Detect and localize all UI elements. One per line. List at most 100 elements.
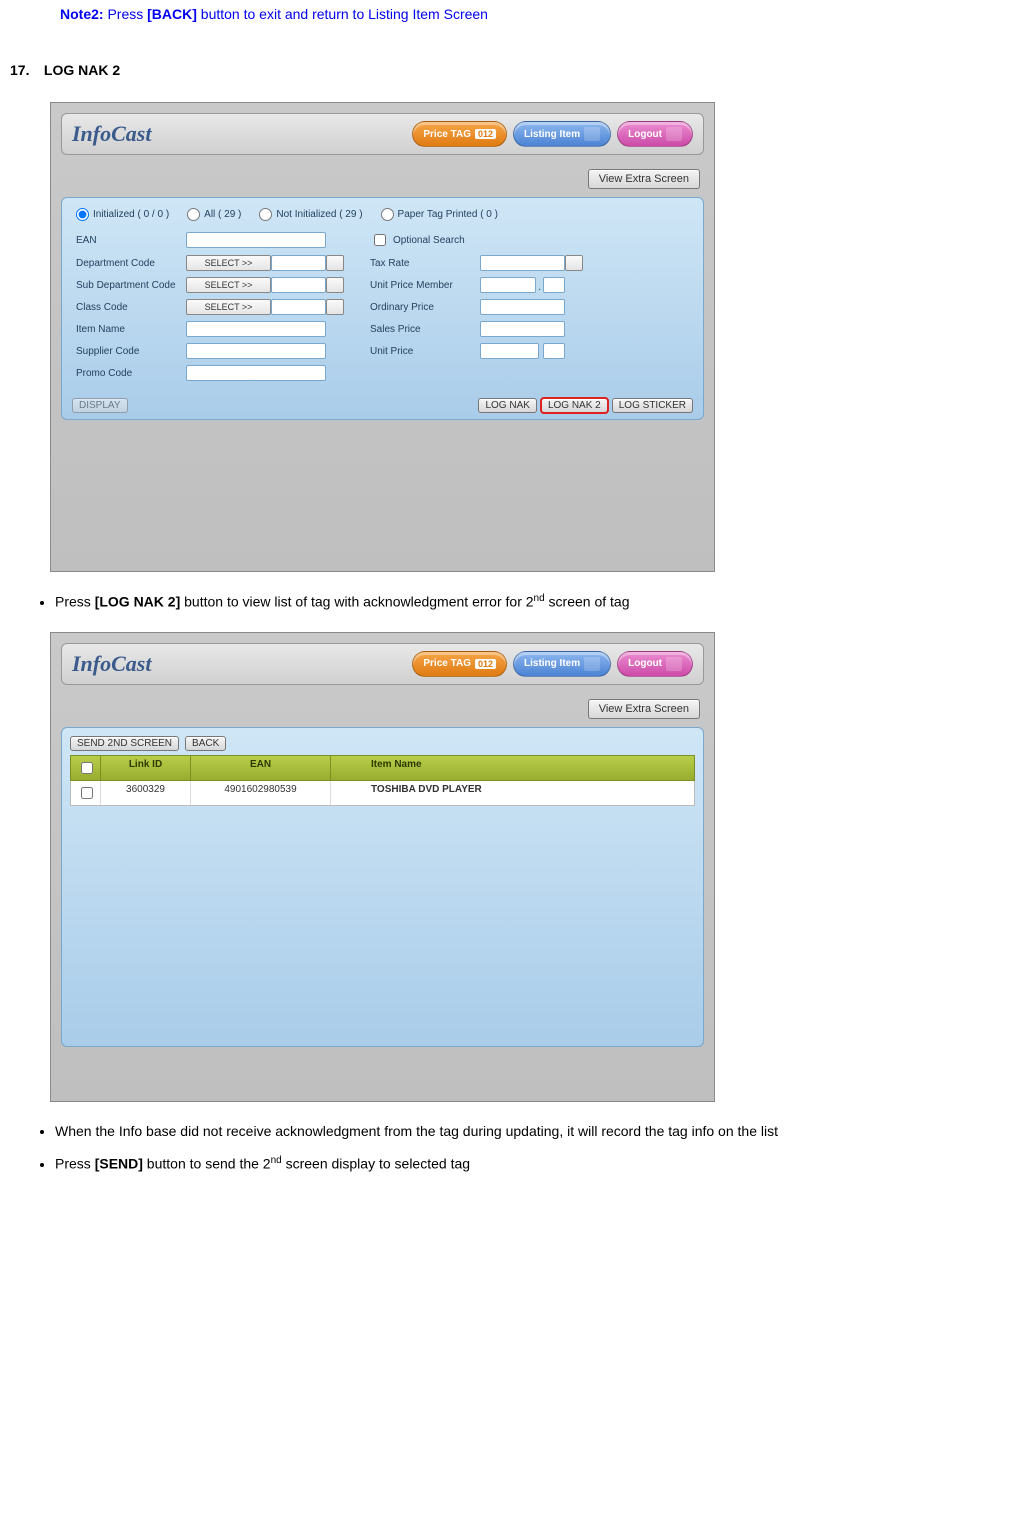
input-class[interactable] — [271, 299, 326, 315]
radio-all-label: All ( 29 ) — [204, 209, 241, 220]
radio-initialized-label: Initialized ( 0 / 0 ) — [93, 209, 169, 220]
input-upm-a[interactable] — [480, 277, 536, 293]
display-button[interactable]: DISPLAY — [72, 398, 128, 413]
bullet-1: Press [LOG NAK 2] button to view list of… — [55, 592, 1000, 612]
logout-icon — [666, 127, 682, 141]
radio-notinit[interactable]: Not Initialized ( 29 ) — [259, 208, 362, 221]
back-button[interactable]: BACK — [185, 736, 226, 751]
price-tag-button[interactable]: Price TAG 012 — [412, 121, 507, 147]
label-ean: EAN — [76, 235, 186, 246]
label-dept: Department Code — [76, 258, 186, 269]
bullet-1-sup: nd — [534, 593, 545, 604]
select-class-button[interactable]: SELECT >> — [186, 299, 271, 315]
radio-notinit-label: Not Initialized ( 29 ) — [276, 209, 362, 220]
logout-icon-2 — [666, 657, 682, 671]
th-checkbox[interactable] — [71, 756, 101, 780]
logout-label-2: Logout — [628, 658, 662, 669]
listing-item-button[interactable]: Listing Item — [513, 121, 611, 147]
input-tax[interactable] — [480, 255, 565, 271]
input-unit-b[interactable] — [543, 343, 565, 359]
checkbox-optional-search[interactable] — [374, 234, 386, 246]
row-itemname: TOSHIBA DVD PLAYER — [331, 781, 694, 805]
input-subdept[interactable] — [271, 277, 326, 293]
select-dept-button[interactable]: SELECT >> — [186, 255, 271, 271]
price-tag-label-2: Price TAG — [423, 658, 471, 669]
logout-button[interactable]: Logout — [617, 121, 693, 147]
bullet-1-posta: button to view list of tag with acknowle… — [180, 594, 533, 610]
bullet-3: Press [SEND] button to send the 2nd scre… — [55, 1154, 1000, 1174]
app-header-2: InfoCast Price TAG 012 Listing Item Logo… — [61, 643, 704, 685]
optional-search-wrap: Optional Search — [370, 231, 480, 249]
note2-t1: Press — [104, 6, 148, 22]
input-unit-a[interactable] — [480, 343, 539, 359]
note2-label: Note2: — [60, 6, 104, 22]
section-heading: 17. LOG NAK 2 — [10, 62, 1000, 78]
radio-all[interactable]: All ( 29 ) — [187, 208, 241, 221]
input-ean[interactable] — [186, 232, 326, 248]
bullet-3-btn: [SEND] — [95, 1156, 143, 1172]
radio-notinit-input[interactable] — [259, 208, 272, 221]
section-title: LOG NAK 2 — [44, 62, 120, 78]
send-2nd-screen-button[interactable]: SEND 2ND SCREEN — [70, 736, 179, 751]
listing-item-icon — [584, 127, 600, 141]
bullet-1-btn: [LOG NAK 2] — [95, 594, 181, 610]
input-dept[interactable] — [271, 255, 326, 271]
log-nak-2-button[interactable]: LOG NAK 2 — [541, 398, 608, 413]
view-extra-screen-button-2[interactable]: View Extra Screen — [588, 699, 700, 719]
input-promo[interactable] — [186, 365, 326, 381]
note2-line: Note2: Press [BACK] button to exit and r… — [60, 6, 1000, 22]
dropdown-dept[interactable] — [326, 255, 344, 271]
bullet-3-postb: screen display to selected tag — [282, 1156, 470, 1172]
note2-t2: button to exit and return to Listing Ite… — [197, 6, 488, 22]
input-ord[interactable] — [480, 299, 565, 315]
table-header: Link ID EAN Item Name — [70, 755, 695, 781]
bullet-3-posta: button to send the 2 — [143, 1156, 271, 1172]
label-upm: Unit Price Member — [370, 280, 480, 291]
bullet-1-pre: Press — [55, 594, 95, 610]
radio-papertag-input[interactable] — [381, 208, 394, 221]
price-tag-code-2: 012 — [475, 659, 496, 669]
listing-item-label-2: Listing Item — [524, 658, 580, 669]
table-row[interactable]: 3600329 4901602980539 TOSHIBA DVD PLAYER — [70, 781, 695, 806]
listing-item-icon-2 — [584, 657, 600, 671]
radio-papertag-label: Paper Tag Printed ( 0 ) — [398, 209, 498, 220]
input-sales[interactable] — [480, 321, 565, 337]
view-extra-screen-button[interactable]: View Extra Screen — [588, 169, 700, 189]
bottom-button-row: DISPLAY LOG NAK LOG NAK 2 LOG STICKER — [72, 398, 693, 413]
input-supp[interactable] — [186, 343, 326, 359]
select-all-checkbox[interactable] — [81, 762, 93, 774]
radio-papertag[interactable]: Paper Tag Printed ( 0 ) — [381, 208, 498, 221]
screenshot-listing-screen: InfoCast Price TAG 012 Listing Item Logo… — [50, 102, 715, 572]
price-tag-button-2[interactable]: Price TAG 012 — [412, 651, 507, 677]
log-sticker-button[interactable]: LOG STICKER — [612, 398, 693, 413]
input-item[interactable] — [186, 321, 326, 337]
dropdown-class[interactable] — [326, 299, 344, 315]
label-ord: Ordinary Price — [370, 302, 480, 313]
radio-initialized[interactable]: Initialized ( 0 / 0 ) — [76, 208, 169, 221]
input-upm-b[interactable] — [543, 277, 565, 293]
dropdown-subdept[interactable] — [326, 277, 344, 293]
bullet-2: When the Info base did not receive ackno… — [55, 1122, 1000, 1141]
bullet-3-sup: nd — [271, 1155, 282, 1166]
note2-back: [BACK] — [147, 6, 197, 22]
filter-radio-row: Initialized ( 0 / 0 ) All ( 29 ) Not Ini… — [76, 208, 689, 221]
logout-button-2[interactable]: Logout — [617, 651, 693, 677]
listing-item-button-2[interactable]: Listing Item — [513, 651, 611, 677]
app-header: InfoCast Price TAG 012 Listing Item Logo… — [61, 113, 704, 155]
radio-initialized-input[interactable] — [76, 208, 89, 221]
nak2-table-panel: SEND 2ND SCREEN BACK Link ID EAN Item Na… — [61, 727, 704, 1047]
search-panel: Initialized ( 0 / 0 ) All ( 29 ) Not Ini… — [61, 197, 704, 420]
log-nak-button[interactable]: LOG NAK — [478, 398, 536, 413]
row-checkbox[interactable] — [81, 787, 93, 799]
radio-all-input[interactable] — [187, 208, 200, 221]
th-ean: EAN — [191, 756, 331, 780]
bullet-3-pre: Press — [55, 1156, 95, 1172]
label-optional-search: Optional Search — [393, 235, 465, 246]
label-unit: Unit Price — [370, 346, 480, 357]
label-subdept: Sub Department Code — [76, 280, 186, 291]
dropdown-tax[interactable] — [565, 255, 583, 271]
select-subdept-button[interactable]: SELECT >> — [186, 277, 271, 293]
row-checkbox-cell[interactable] — [71, 781, 101, 805]
label-tax: Tax Rate — [370, 258, 480, 269]
app-logo: InfoCast — [72, 121, 406, 147]
